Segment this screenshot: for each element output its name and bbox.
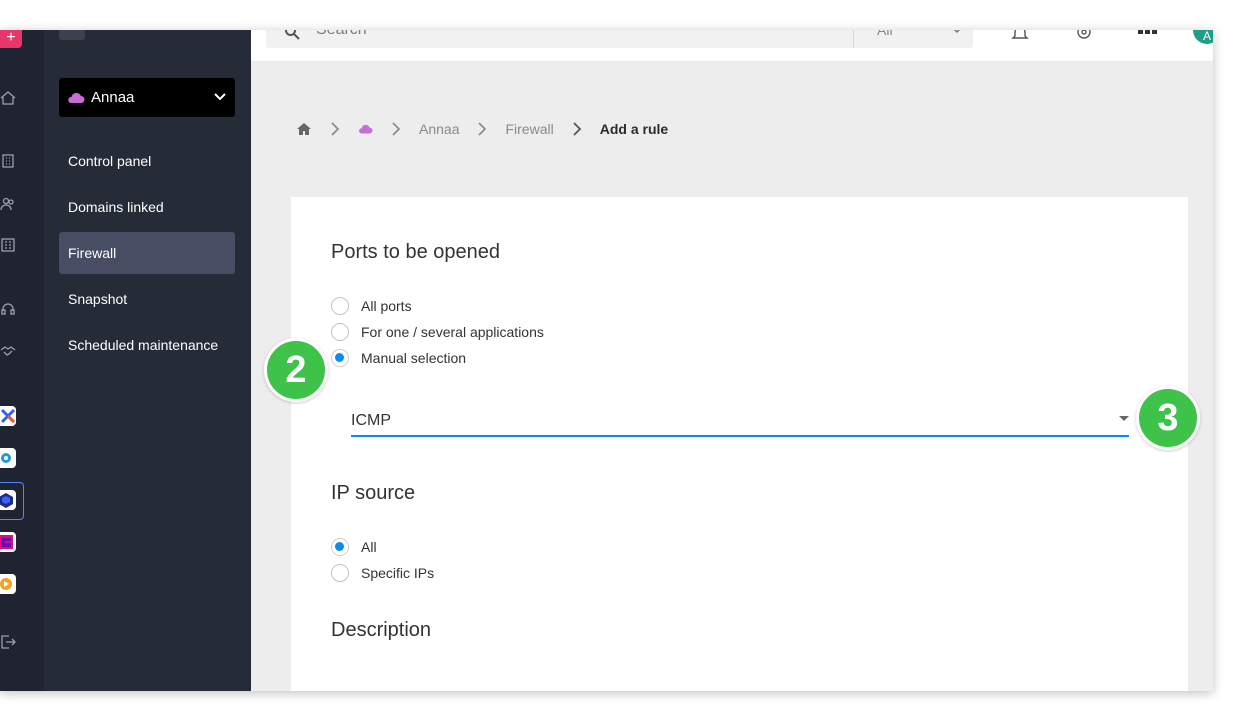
ports-section-title: Ports to be opened bbox=[331, 241, 501, 263]
radio-button[interactable] bbox=[331, 564, 349, 582]
app-window: + Annaa Control panel Domains linked Fir… bbox=[0, 30, 1213, 691]
search-icon bbox=[285, 30, 300, 40]
home-icon[interactable] bbox=[0, 90, 16, 106]
rule-form-card: Ports to be opened All ports For one / s… bbox=[291, 197, 1188, 691]
bell-icon[interactable] bbox=[1010, 30, 1030, 42]
protocol-select[interactable]: ICMP bbox=[351, 407, 1129, 437]
radio-manual-selection[interactable]: Manual selection bbox=[331, 348, 466, 368]
search-divider bbox=[853, 30, 854, 48]
radio-label: Specific IPs bbox=[361, 565, 435, 581]
sidebar-item-domains-linked[interactable]: Domains linked bbox=[59, 186, 235, 228]
kchat-app-icon[interactable] bbox=[0, 406, 16, 426]
kdrive-app-icon[interactable] bbox=[0, 448, 16, 468]
protocol-value: ICMP bbox=[351, 412, 391, 429]
logout-icon[interactable] bbox=[0, 634, 16, 650]
swisstransfer-app-icon[interactable] bbox=[0, 574, 16, 594]
icon-rail: + bbox=[0, 30, 44, 691]
sidebar: Annaa Control panel Domains linked Firew… bbox=[44, 30, 251, 691]
radio-label: For one / several applications bbox=[361, 324, 544, 340]
radio-ip-all[interactable]: All bbox=[331, 537, 377, 557]
breadcrumb: Annaa Firewall Add a rule bbox=[296, 120, 668, 138]
building-icon[interactable] bbox=[0, 153, 16, 169]
radio-button-checked[interactable] bbox=[331, 349, 349, 367]
radio-specific-ips[interactable]: Specific IPs bbox=[331, 563, 434, 583]
radio-label: Manual selection bbox=[361, 350, 467, 366]
radio-applications[interactable]: For one / several applications bbox=[331, 322, 544, 342]
ip-section-title: IP source bbox=[331, 482, 416, 504]
sidebar-nav: Control panel Domains linked Firewall Sn… bbox=[59, 140, 235, 370]
office-icon[interactable] bbox=[0, 237, 16, 253]
avatar[interactable]: A bbox=[1193, 30, 1213, 44]
breadcrumb-firewall[interactable]: Firewall bbox=[505, 121, 553, 137]
top-bar: Search All A bbox=[251, 30, 1213, 61]
radio-label: All bbox=[361, 539, 377, 555]
server-selector[interactable]: Annaa bbox=[59, 78, 235, 117]
step-badge-3: 3 bbox=[1136, 386, 1200, 450]
radio-button[interactable] bbox=[331, 323, 349, 341]
sidebar-item-scheduled-maintenance[interactable]: Scheduled maintenance bbox=[59, 324, 235, 366]
gear-icon[interactable] bbox=[1074, 30, 1094, 42]
search-box[interactable]: Search All bbox=[266, 30, 973, 48]
cloud-icon[interactable] bbox=[358, 124, 373, 134]
breadcrumb-current: Add a rule bbox=[599, 121, 669, 137]
chevron-down-icon bbox=[953, 30, 961, 34]
chevron-right-icon bbox=[392, 122, 401, 136]
chevron-right-icon bbox=[573, 122, 581, 136]
radio-button-checked[interactable] bbox=[331, 538, 349, 556]
home-icon[interactable] bbox=[296, 122, 312, 136]
chevron-right-icon bbox=[331, 122, 340, 136]
sidebar-item-snapshot[interactable]: Snapshot bbox=[59, 278, 235, 320]
chevron-right-icon bbox=[478, 122, 487, 136]
grid-icon[interactable] bbox=[1138, 30, 1158, 42]
step-badge-2: 2 bbox=[264, 338, 328, 402]
search-input[interactable]: Search bbox=[316, 30, 367, 39]
handshake-icon[interactable] bbox=[0, 343, 16, 359]
chevron-down-icon bbox=[214, 93, 226, 101]
cloud-icon bbox=[68, 92, 85, 103]
description-section-title: Description bbox=[331, 619, 432, 641]
sidebar-item-control-panel[interactable]: Control panel bbox=[59, 140, 235, 182]
caret-down-icon bbox=[1119, 416, 1129, 421]
headset-icon[interactable] bbox=[0, 301, 16, 317]
server-name: Annaa bbox=[91, 89, 135, 106]
cloud-app-icon[interactable] bbox=[0, 490, 16, 510]
collapse-sidebar-button[interactable] bbox=[59, 30, 85, 40]
add-button[interactable]: + bbox=[0, 30, 22, 48]
radio-button[interactable] bbox=[331, 297, 349, 315]
breadcrumb-server[interactable]: Annaa bbox=[419, 121, 459, 137]
mail-app-icon[interactable] bbox=[0, 532, 16, 552]
users-icon[interactable] bbox=[0, 196, 16, 212]
radio-label: All ports bbox=[361, 298, 412, 314]
search-scope-select[interactable]: All bbox=[877, 30, 893, 38]
radio-all-ports[interactable]: All ports bbox=[331, 296, 412, 316]
sidebar-item-firewall[interactable]: Firewall bbox=[59, 232, 235, 274]
